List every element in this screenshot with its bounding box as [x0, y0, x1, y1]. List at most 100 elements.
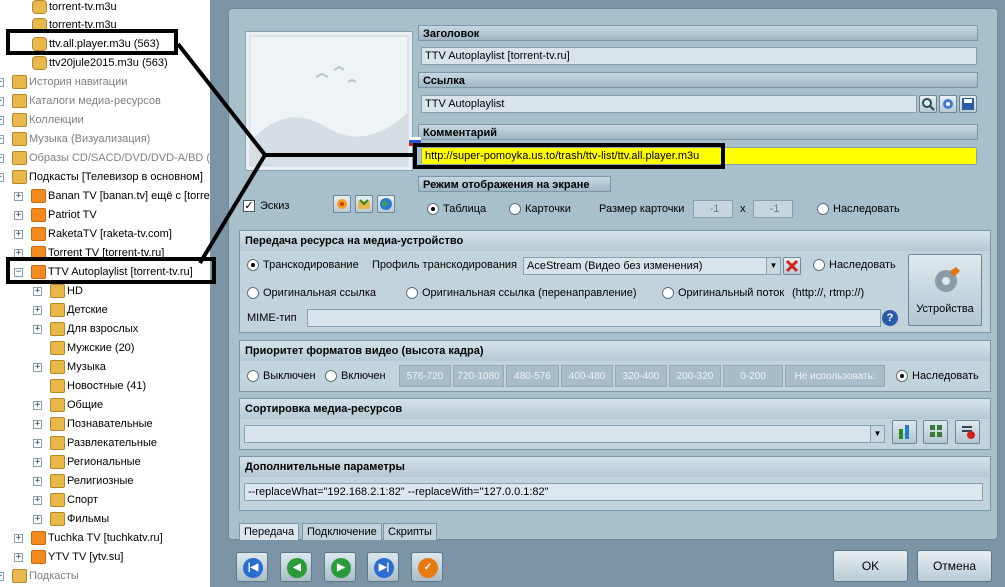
globe-button[interactable] [377, 195, 395, 213]
priority-off-radio[interactable] [247, 370, 259, 382]
tree-item[interactable]: Новостные (41) [0, 377, 210, 396]
tree-item[interactable]: + Для взрослых [0, 320, 210, 339]
expand-icon[interactable]: + [33, 496, 42, 505]
tab-connection[interactable]: Подключение [302, 523, 382, 541]
sort-grid-button[interactable] [923, 420, 948, 444]
devices-button[interactable]: Устройства [908, 254, 982, 326]
tree-item[interactable]: + Patriot TV [0, 206, 210, 225]
tree-item[interactable]: + Общие [0, 396, 210, 415]
tree-item[interactable]: + Подкасты [0, 567, 210, 586]
ok-button[interactable]: OK [833, 550, 908, 582]
card-height-field[interactable]: -1 [753, 200, 793, 218]
format-button[interactable]: 200-320 [669, 365, 721, 387]
format-button[interactable]: 480-576 [506, 365, 559, 387]
expand-icon[interactable]: + [33, 420, 42, 429]
help-icon[interactable]: ? [882, 310, 898, 326]
tree-item[interactable]: + YTV TV [ytv.su] [0, 548, 210, 567]
format-button[interactable]: 720-1080 [453, 365, 504, 387]
media-tree[interactable]: torrent-tv.m3u torrent-tv.m3u ttv.all.play… [0, 0, 210, 587]
expand-icon[interactable]: + [33, 477, 42, 486]
sorting-select[interactable]: ▼ [244, 425, 885, 443]
thumb-checkbox[interactable]: ✓ [243, 200, 255, 212]
tree-item[interactable]: + Музыка (Визуализация) [0, 130, 210, 149]
clear-profile-button[interactable] [783, 257, 801, 275]
save-link-button[interactable] [959, 95, 977, 113]
tree-item[interactable]: Мужские (20) [0, 339, 210, 358]
expand-icon[interactable]: + [0, 173, 4, 182]
tree-item[interactable]: + Образы CD/SACD/DVD/DVD-A/BD (IS [0, 149, 210, 168]
expand-icon[interactable]: + [14, 192, 23, 201]
folder-open-button[interactable] [355, 195, 373, 213]
tree-item[interactable]: + Религиозные [0, 472, 210, 491]
tab-scripts[interactable]: Скрипты [383, 523, 437, 541]
priority-on-radio[interactable] [325, 370, 337, 382]
sort-delete-button[interactable] [955, 420, 980, 444]
expand-icon[interactable]: + [14, 230, 23, 239]
format-button[interactable]: 400-480 [561, 365, 613, 387]
search-link-button[interactable] [919, 95, 937, 113]
expand-icon[interactable]: + [0, 135, 4, 144]
tree-item[interactable]: + Детские [0, 301, 210, 320]
expand-icon[interactable]: + [0, 154, 4, 163]
mode-table-radio[interactable] [427, 203, 439, 215]
transcoding-radio[interactable] [247, 259, 259, 271]
profile-select[interactable]: AceStream (Видео без изменения) ▼ [523, 257, 781, 275]
expand-icon[interactable]: + [33, 458, 42, 467]
next-button[interactable]: ▶ [324, 552, 356, 582]
tree-item[interactable]: + Спорт [0, 491, 210, 510]
tree-item[interactable]: + HD [0, 282, 210, 301]
tree-item[interactable]: + Региональные [0, 453, 210, 472]
expand-icon[interactable]: + [0, 572, 4, 581]
expand-icon[interactable]: + [0, 116, 4, 125]
tree-item[interactable]: + Tuchka TV [tuchkatv.ru] [0, 529, 210, 548]
expand-icon[interactable]: + [33, 401, 42, 410]
apply-button[interactable]: ✓ [411, 552, 443, 582]
extra-params-field[interactable]: --replaceWhat="192.168.2.1:82" --replace… [244, 483, 983, 501]
last-button[interactable]: ▶| [367, 552, 399, 582]
sort-up-button[interactable] [892, 420, 917, 444]
first-button[interactable]: |◀ [236, 552, 268, 582]
burst-button[interactable] [333, 195, 351, 213]
expand-icon[interactable]: + [33, 363, 42, 372]
tab-transfer[interactable]: Передача [239, 523, 300, 541]
tree-item[interactable]: + История навигации [0, 73, 210, 92]
expand-icon[interactable]: + [0, 78, 4, 87]
tree-item[interactable]: + Фильмы [0, 510, 210, 529]
format-button[interactable]: 576-720 [399, 365, 451, 387]
expand-icon[interactable]: + [33, 439, 42, 448]
title-field[interactable]: TTV Autoplaylist [torrent-tv.ru] [421, 47, 977, 65]
tree-item[interactable]: + RaketaTV [raketa-tv.com] [0, 225, 210, 244]
expand-icon[interactable]: + [14, 534, 23, 543]
card-width-field[interactable]: -1 [693, 200, 733, 218]
transfer-inherit-radio[interactable] [813, 259, 825, 271]
expand-icon[interactable]: + [14, 211, 23, 220]
format-button[interactable]: Не использовать: [785, 365, 885, 387]
tree-item[interactable]: + Познавательные [0, 415, 210, 434]
expand-icon[interactable]: + [0, 97, 4, 106]
orig-stream-radio[interactable] [662, 287, 674, 299]
orig-link-radio[interactable] [247, 287, 259, 299]
settings-link-button[interactable] [939, 95, 957, 113]
expand-icon[interactable]: + [33, 287, 42, 296]
tree-item[interactable]: + Подкасты [Телевизор в основном] [0, 168, 210, 187]
mime-field[interactable] [307, 309, 881, 327]
priority-inherit-radio[interactable] [896, 370, 908, 382]
tree-item[interactable]: + Музыка [0, 358, 210, 377]
expand-icon[interactable]: + [33, 515, 42, 524]
tree-item[interactable]: + Banan TV [banan.tv] ещё с [torre [0, 187, 210, 206]
expand-icon[interactable]: + [33, 325, 42, 334]
prev-button[interactable]: ◀ [280, 552, 312, 582]
mode-inherit-radio[interactable] [817, 203, 829, 215]
format-button[interactable]: 320-400 [615, 365, 667, 387]
expand-icon[interactable]: + [14, 553, 23, 562]
tree-item[interactable]: torrent-tv.m3u [0, 0, 210, 17]
tree-item[interactable]: + Развлекательные [0, 434, 210, 453]
tree-item[interactable]: + Коллекции [0, 111, 210, 130]
format-button[interactable]: 0-200 [723, 365, 783, 387]
cancel-button[interactable]: Отмена [917, 550, 992, 582]
orig-redirect-radio[interactable] [406, 287, 418, 299]
mode-cards-radio[interactable] [509, 203, 521, 215]
tree-item[interactable]: ttv20jule2015.m3u (563) [0, 54, 210, 73]
expand-icon[interactable]: + [33, 306, 42, 315]
tree-item[interactable]: + Каталоги медиа-ресурсов [0, 92, 210, 111]
